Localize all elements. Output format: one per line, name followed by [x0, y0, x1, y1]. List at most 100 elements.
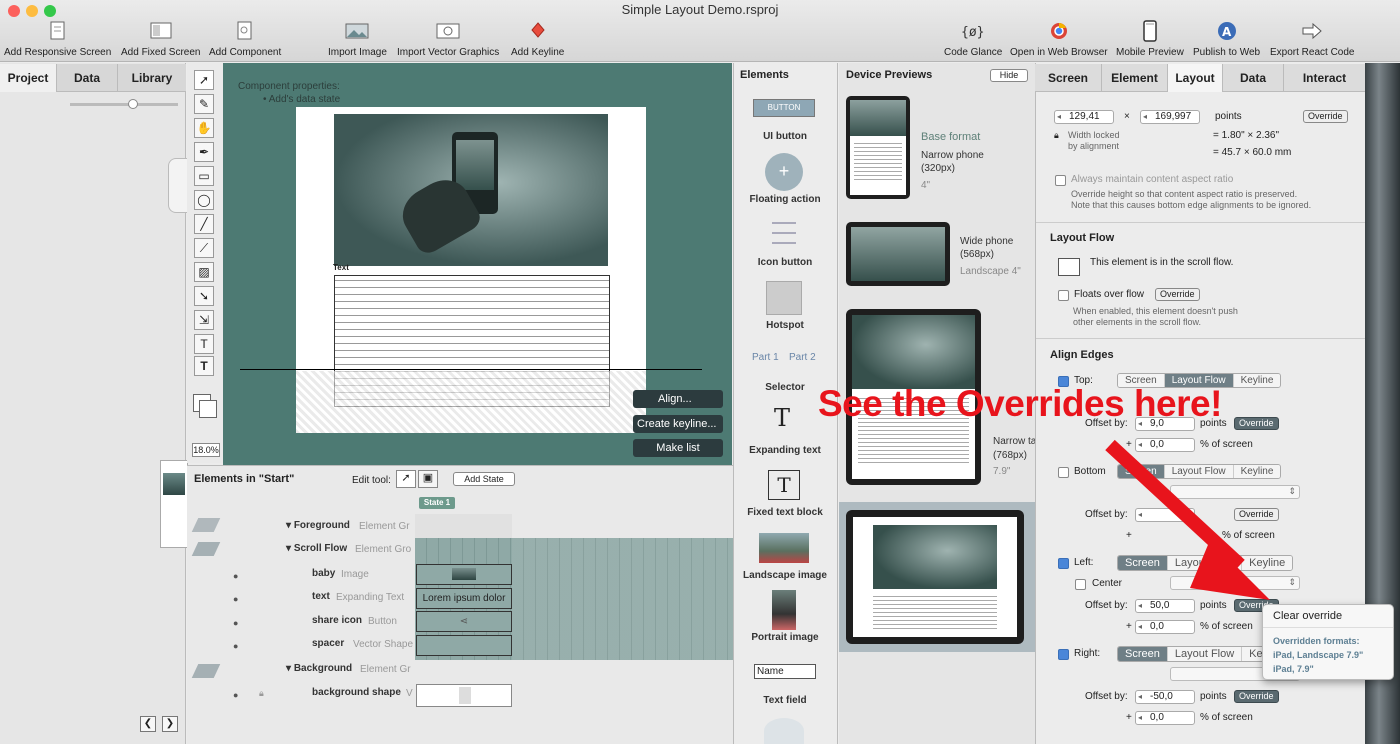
expanding-text-icon[interactable]: T: [774, 404, 790, 432]
seg-screen[interactable]: Screen: [1118, 647, 1168, 661]
clear-override-item[interactable]: Clear override: [1273, 610, 1342, 622]
edit-layer-icon[interactable]: ▣: [418, 470, 438, 488]
text-box-tool-icon[interactable]: T: [194, 356, 214, 376]
left-pct-field[interactable]: ◂ 0,0: [1135, 620, 1195, 634]
row-background[interactable]: ▾ Background: [286, 663, 352, 674]
state-cell-share-icon[interactable]: ⋖: [416, 611, 512, 632]
tab-data[interactable]: Data: [1223, 64, 1283, 92]
hotspot-icon[interactable]: [766, 281, 802, 315]
mobile-preview-button[interactable]: Mobile Preview: [1116, 20, 1184, 58]
palette-icon-button[interactable]: Icon button: [740, 257, 830, 268]
palette-text-field[interactable]: Text field: [740, 695, 830, 706]
zoom-slider-knob[interactable]: [128, 99, 138, 109]
fixed-text-block-icon[interactable]: T: [768, 470, 800, 500]
zoom-slider[interactable]: [70, 103, 178, 106]
ellipse-tool-icon[interactable]: ◯: [194, 190, 214, 210]
add-component-button[interactable]: Add Component: [209, 20, 281, 58]
seg-keyline[interactable]: Keyline: [1233, 374, 1281, 387]
visibility-eye-icon[interactable]: ●: [233, 690, 238, 700]
size-override-button[interactable]: Override: [1303, 110, 1348, 123]
hide-previews-button[interactable]: Hide: [990, 69, 1028, 82]
lock-icon[interactable]: 🔒︎: [259, 688, 264, 699]
stroke-color-swatch[interactable]: [199, 400, 217, 418]
brush-tool-icon[interactable]: ╱: [194, 214, 214, 234]
next-button[interactable]: ❯: [162, 716, 178, 732]
line-tool-icon[interactable]: ⟋: [194, 238, 214, 258]
node-select-tool-icon[interactable]: ⇲: [194, 310, 214, 330]
right-pct-field[interactable]: ◂ 0,0: [1135, 711, 1195, 725]
zoom-level[interactable]: 18.0%: [192, 443, 220, 457]
ui-button-sample[interactable]: BUTTON: [753, 99, 815, 117]
palette-ui-button[interactable]: UI button: [740, 131, 830, 142]
publish-to-web-button[interactable]: A Publish to Web: [1193, 20, 1260, 58]
visibility-eye-icon[interactable]: ●: [233, 641, 238, 651]
text-field-sample[interactable]: Name: [754, 664, 816, 679]
palette-hotspot[interactable]: Hotspot: [740, 320, 830, 331]
direct-select-tool-icon[interactable]: ➘: [194, 286, 214, 306]
landscape-image-icon[interactable]: [759, 533, 809, 563]
portrait-image-icon[interactable]: [772, 590, 796, 630]
preview-narrow-phone[interactable]: [846, 96, 910, 199]
palette-expanding-text[interactable]: Expanding text: [740, 445, 830, 456]
top-override-button[interactable]: Override: [1234, 417, 1279, 430]
palette-portrait-image[interactable]: Portrait image: [740, 632, 830, 643]
hamburger-icon[interactable]: [772, 222, 796, 244]
stepper-arrow-icon[interactable]: ◂: [1057, 111, 1061, 123]
left-checkbox[interactable]: [1058, 557, 1069, 569]
state-cell-text[interactable]: Lorem ipsum dolor: [416, 588, 512, 609]
make-list-button[interactable]: Make list: [633, 439, 723, 457]
tab-screen[interactable]: Screen: [1035, 64, 1101, 92]
row-scroll-flow[interactable]: ▾ Scroll Flow: [286, 543, 347, 554]
text-tool-icon[interactable]: T: [194, 334, 214, 354]
plus-icon[interactable]: +: [765, 153, 803, 191]
tab-element[interactable]: Element: [1101, 64, 1167, 92]
row-share-icon[interactable]: share icon: [312, 615, 362, 626]
palette-floating-action[interactable]: Floating action: [740, 194, 830, 205]
baby-image[interactable]: [334, 114, 608, 266]
floats-checkbox[interactable]: [1058, 289, 1069, 301]
add-responsive-screen-button[interactable]: Add Responsive Screen: [4, 20, 111, 58]
seg-layout-flow[interactable]: Layout Flow: [1167, 647, 1243, 661]
palette-selector[interactable]: Selector: [740, 382, 830, 393]
add-fixed-screen-button[interactable]: Add Fixed Screen: [121, 20, 201, 58]
export-react-code-button[interactable]: Export React Code: [1270, 20, 1355, 58]
align-button[interactable]: Align...: [633, 390, 723, 408]
pen-tool-icon[interactable]: ✒: [194, 142, 214, 162]
open-in-web-browser-button[interactable]: Open in Web Browser: [1010, 20, 1108, 58]
tab-library[interactable]: Library: [117, 64, 186, 92]
preview-wide-phone[interactable]: [846, 222, 950, 286]
tab-interact[interactable]: Interact: [1283, 64, 1365, 92]
tab-layout[interactable]: Layout: [1167, 64, 1223, 92]
import-image-button[interactable]: Import Image: [328, 20, 387, 58]
right-override-button[interactable]: Override: [1234, 690, 1279, 703]
eyedropper-tool-icon[interactable]: ✎: [194, 94, 214, 114]
aspect-checkbox[interactable]: [1055, 174, 1066, 186]
width-field[interactable]: ◂ 129,41: [1054, 110, 1114, 124]
import-vector-graphics-button[interactable]: Import Vector Graphics: [397, 20, 499, 58]
stepper-arrow-icon[interactable]: ◂: [1138, 712, 1142, 724]
globe-icon[interactable]: [764, 718, 804, 744]
row-baby[interactable]: baby: [312, 568, 335, 579]
create-keyline-button[interactable]: Create keyline...: [633, 415, 723, 433]
palette-fixed-text-block[interactable]: Fixed text block: [740, 507, 830, 518]
height-field[interactable]: ◂ 169,997: [1140, 110, 1200, 124]
palette-landscape-image[interactable]: Landscape image: [740, 570, 830, 581]
rectangle-tool-icon[interactable]: ▭: [194, 166, 214, 186]
row-spacer[interactable]: spacer: [312, 638, 344, 649]
state-cell-spacer[interactable]: [416, 635, 512, 656]
right-checkbox[interactable]: [1058, 648, 1069, 660]
pointer-tool-icon[interactable]: ➚: [194, 70, 214, 90]
artboard[interactable]: Text: [296, 107, 646, 433]
tab-project[interactable]: Project: [0, 64, 57, 92]
keyline-guide[interactable]: [240, 369, 702, 370]
code-glance-button[interactable]: {ø} Code Glance: [944, 20, 1002, 58]
prev-button[interactable]: ❮: [140, 716, 156, 732]
stepper-arrow-icon[interactable]: ◂: [1143, 111, 1147, 123]
add-state-button[interactable]: Add State: [453, 472, 515, 486]
edit-pointer-icon[interactable]: ➚: [396, 470, 416, 488]
selector-part2[interactable]: Part 2: [789, 352, 816, 363]
hand-tool-icon[interactable]: ✋: [194, 118, 214, 138]
visibility-eye-icon[interactable]: ●: [233, 571, 238, 581]
tab-data[interactable]: Data: [57, 64, 117, 92]
row-foreground[interactable]: ▾ Foreground: [286, 520, 350, 531]
